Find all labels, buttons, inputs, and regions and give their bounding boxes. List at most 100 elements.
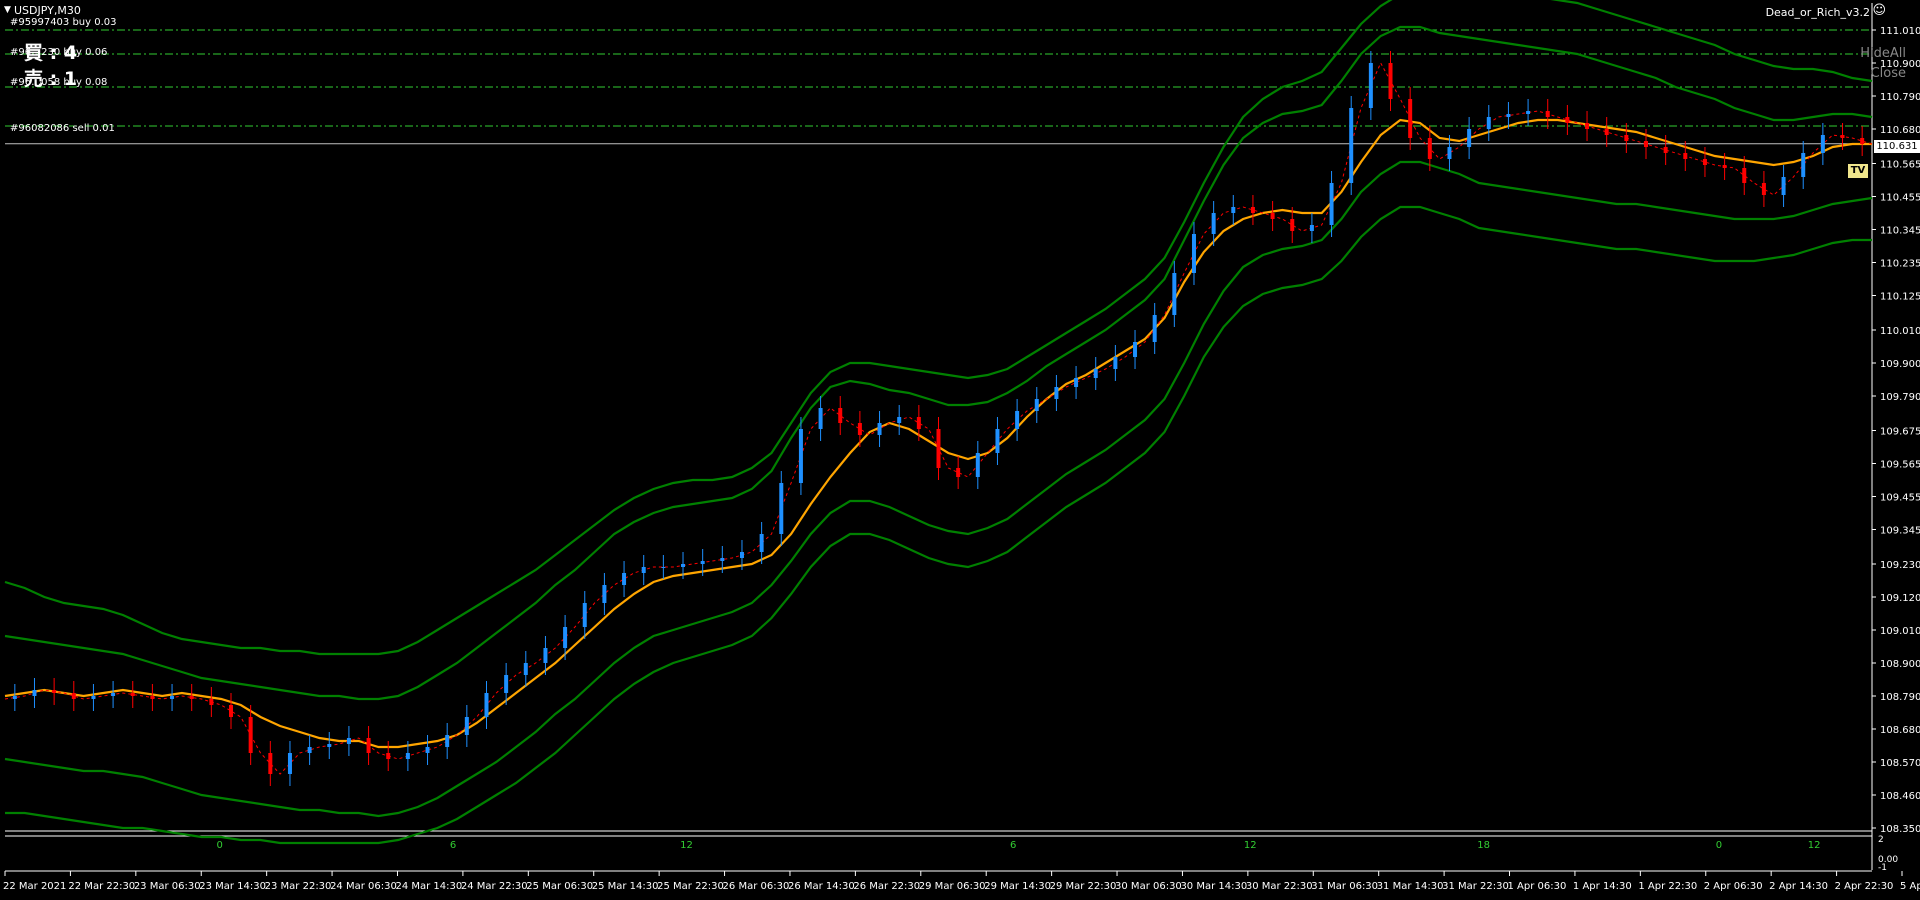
candle-body (602, 585, 607, 603)
close-button[interactable]: Close (1871, 66, 1906, 81)
tv-badge[interactable]: TV (1848, 164, 1868, 178)
candle-body (563, 627, 568, 648)
x-tick-label: 2 Apr 06:30 (1704, 881, 1763, 892)
candle-body (779, 483, 784, 534)
y-tick-label: 108.790 (1880, 692, 1920, 703)
x-tick-label: 1 Apr 06:30 (1508, 881, 1567, 892)
candle-body (1742, 168, 1747, 183)
candle-body (209, 699, 214, 705)
y-tick-label: 110.345 (1880, 226, 1920, 237)
candle-body (229, 705, 234, 717)
candle-body (936, 429, 941, 468)
hide-all-button[interactable]: HideAll (1860, 46, 1906, 61)
candle-body (975, 453, 980, 477)
candle-body (1329, 183, 1334, 225)
candle-body (1820, 135, 1825, 153)
candle-body (700, 561, 705, 564)
candle-body (877, 423, 882, 435)
candle-body (150, 696, 155, 699)
candle-body (464, 717, 469, 735)
candle-body (1565, 117, 1570, 123)
y-tick-label: 109.790 (1880, 392, 1920, 403)
y-tick-label: 109.345 (1880, 526, 1920, 537)
y-tick-label: 109.900 (1880, 359, 1920, 370)
x-tick-label: 24 Mar 14:30 (395, 881, 462, 892)
candle-body (1722, 165, 1727, 168)
candle-body (130, 693, 135, 696)
x-tick-label: 25 Mar 14:30 (592, 881, 659, 892)
candle-body (1250, 207, 1255, 213)
y-tick-label: 110.125 (1880, 292, 1920, 303)
candle-body (268, 753, 273, 774)
candle-body (1840, 135, 1845, 138)
candle-body (1349, 108, 1354, 183)
sell-count: 売 : 1 (24, 68, 78, 90)
x-tick-label: 2 Apr 14:30 (1769, 881, 1828, 892)
current-price-label: 110.631 (1874, 140, 1920, 153)
subwindow-tick-label: 12 (680, 840, 693, 851)
candle-body (1408, 99, 1413, 138)
x-tick-label: 23 Mar 22:30 (265, 881, 332, 892)
candle-body (346, 738, 351, 744)
x-tick-label: 23 Mar 14:30 (199, 881, 266, 892)
x-tick-label: 30 Mar 22:30 (1246, 881, 1313, 892)
y-tick-label: 110.455 (1880, 193, 1920, 204)
candle-body (956, 468, 961, 477)
x-tick-label: 30 Mar 14:30 (1180, 881, 1247, 892)
candle-body (1702, 159, 1707, 165)
y-tick-label: 108.900 (1880, 659, 1920, 670)
x-tick-label: 23 Mar 06:30 (134, 881, 201, 892)
candle-body (1781, 177, 1786, 195)
candle-body (189, 696, 194, 699)
candle-body (1526, 111, 1531, 114)
x-tick-label: 31 Mar 22:30 (1442, 881, 1509, 892)
candle-body (916, 417, 921, 429)
candle-body (1486, 117, 1491, 129)
subwindow-tick-label: 0 (1716, 840, 1722, 851)
order-label-4: #96082086 sell 0.01 (10, 123, 115, 134)
candle-body (1309, 225, 1314, 231)
candle-body (1427, 138, 1432, 159)
candle-body (1643, 141, 1648, 147)
candle-body (91, 696, 96, 699)
candle-body (1860, 138, 1865, 144)
candle-body (1113, 357, 1118, 369)
candle-body (798, 429, 803, 483)
x-tick-label: 29 Mar 06:30 (919, 881, 986, 892)
x-tick-label: 26 Mar 22:30 (853, 881, 920, 892)
x-tick-label: 26 Mar 06:30 (723, 881, 790, 892)
candle-body (582, 603, 587, 627)
candle-body (1290, 219, 1295, 231)
candle-body (1447, 147, 1452, 159)
x-tick-label: 22 Mar 22:30 (68, 881, 135, 892)
candle-body (1172, 273, 1177, 315)
candle-body (622, 573, 627, 585)
chart-menu-caret-icon[interactable]: ▼ (4, 5, 11, 15)
x-tick-label: 1 Apr 14:30 (1573, 881, 1632, 892)
candle-body (425, 747, 430, 753)
x-tick-label: 24 Mar 06:30 (330, 881, 397, 892)
price-chart[interactable]: 111.010110.900110.790110.680110.565110.4… (0, 0, 1920, 900)
candle-body (504, 675, 509, 693)
candle-body (1191, 234, 1196, 273)
candle-body (170, 696, 175, 699)
y-tick-label: 110.235 (1880, 259, 1920, 270)
y-tick-label: 109.455 (1880, 493, 1920, 504)
candle-body (1211, 213, 1216, 234)
y-tick-label: 108.680 (1880, 725, 1920, 736)
candle-body (661, 567, 666, 568)
candle-body (1585, 123, 1590, 129)
candle-body (1604, 129, 1609, 135)
y-tick-label: 109.565 (1880, 460, 1920, 471)
subwindow-y-label: 2 (1878, 835, 1884, 845)
indicator-name: Dead_or_Rich_v3.2 (1765, 6, 1870, 19)
candle-body (1663, 147, 1668, 153)
x-tick-label: 5 Apr 06:30 (1900, 881, 1920, 892)
subwindow-tick-label: 6 (1010, 840, 1016, 851)
candle-body (32, 690, 37, 696)
candle-body (1624, 135, 1629, 141)
candle-body (327, 744, 332, 747)
candle-body (838, 408, 843, 423)
x-tick-label: 31 Mar 06:30 (1311, 881, 1378, 892)
subwindow-tick-label: 12 (1808, 840, 1821, 851)
